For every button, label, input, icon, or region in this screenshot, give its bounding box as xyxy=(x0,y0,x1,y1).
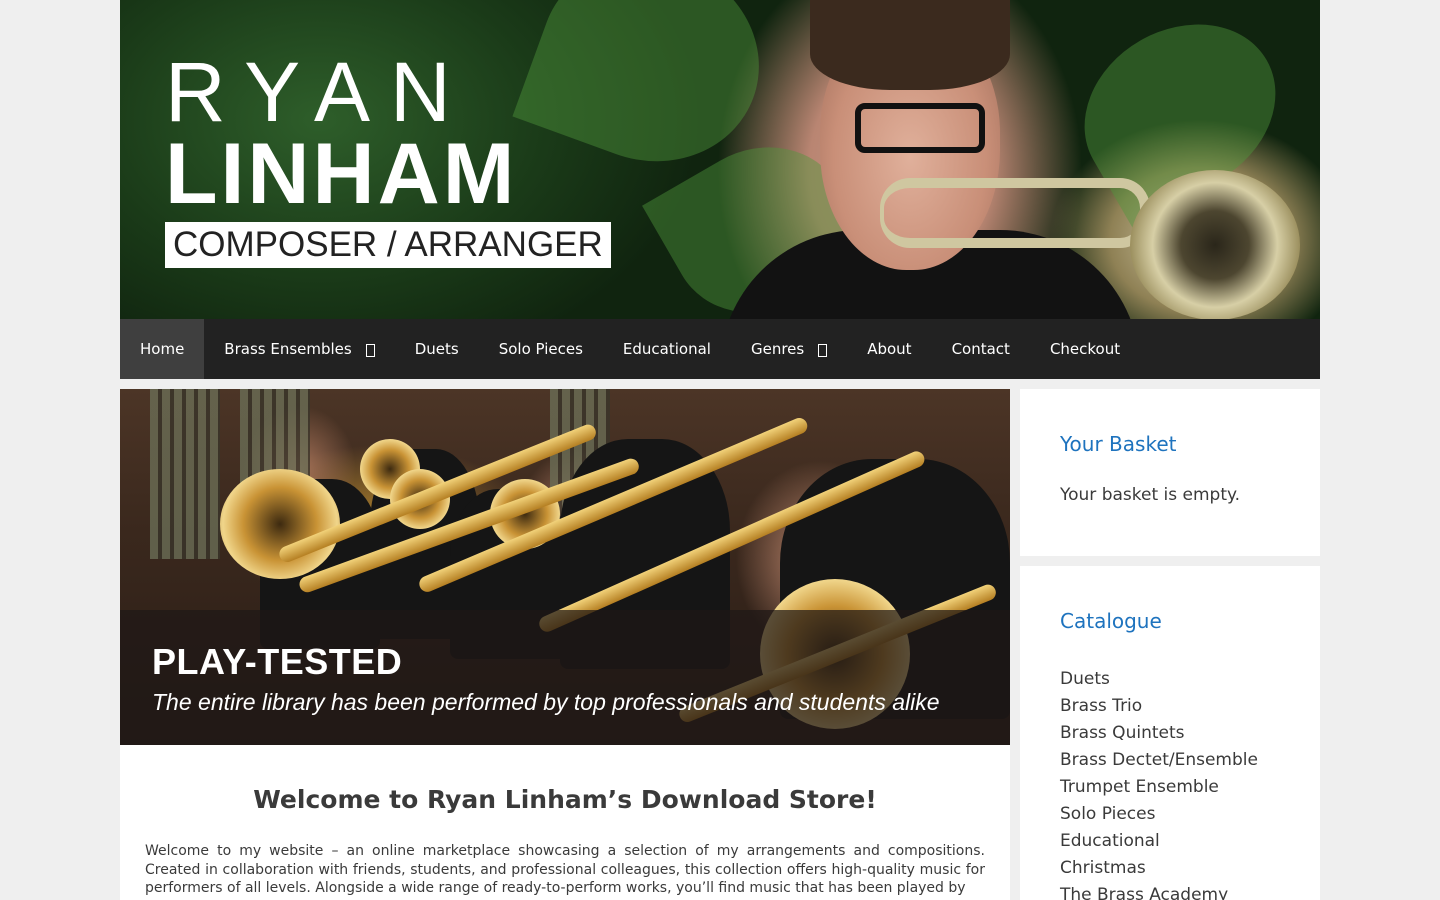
catalogue-link-educational[interactable]: Educational xyxy=(1060,828,1280,855)
tuba-bell xyxy=(220,469,340,579)
header-photo-trumpet xyxy=(880,178,1150,248)
header-banner[interactable]: RYAN LINHAM COMPOSER / ARRANGER xyxy=(120,0,1320,319)
catalogue-link-duets[interactable]: Duets xyxy=(1060,666,1280,693)
intro-paragraph: Welcome to my website – an online market… xyxy=(145,843,985,896)
page-title: Welcome to Ryan Linham’s Download Store! xyxy=(253,785,877,814)
nav-label: Checkout xyxy=(1049,340,1121,358)
nav-label: Solo Pieces xyxy=(498,340,583,358)
main-content: PLAY-TESTED The entire library has been … xyxy=(120,389,1010,900)
catalogue-link-brass-dectet-ensemble[interactable]: Brass Dectet/Ensemble xyxy=(1060,747,1280,774)
catalogue-list: Duets Brass Trio Brass Quintets Brass De… xyxy=(1060,666,1280,900)
catalogue-link-brass-quintets[interactable]: Brass Quintets xyxy=(1060,720,1280,747)
nav-item-educational[interactable]: Educational xyxy=(603,319,731,379)
catalogue-link-christmas[interactable]: Christmas xyxy=(1060,855,1280,882)
nav-label: Duets xyxy=(414,340,459,358)
logo-last-name: LINHAM xyxy=(165,126,518,222)
hero-slider[interactable]: PLAY-TESTED The entire library has been … xyxy=(120,389,1010,745)
slide-title: PLAY-TESTED xyxy=(152,641,403,682)
nav-item-about[interactable]: About xyxy=(847,319,931,379)
catalogue-title: Catalogue xyxy=(1060,609,1162,633)
header-photo-glasses xyxy=(855,103,985,153)
nav-item-brass-ensembles[interactable]: Brass Ensembles xyxy=(204,319,394,379)
nav-item-contact[interactable]: Contact xyxy=(932,319,1030,379)
basket-widget: Your Basket Your basket is empty. xyxy=(1020,389,1320,556)
basket-title: Your Basket xyxy=(1060,432,1177,456)
slide-subtitle: The entire library has been performed by… xyxy=(152,689,940,715)
header-photo-trumpet-bell xyxy=(1130,170,1300,319)
catalogue-link-solo-pieces[interactable]: Solo Pieces xyxy=(1060,801,1280,828)
catalogue-link-brass-trio[interactable]: Brass Trio xyxy=(1060,693,1280,720)
catalogue-widget: Catalogue Duets Brass Trio Brass Quintet… xyxy=(1020,566,1320,900)
nav-item-genres[interactable]: Genres xyxy=(731,319,847,379)
dropdown-caret-icon xyxy=(365,343,375,357)
nav-label: Brass Ensembles xyxy=(224,340,352,358)
catalogue-link-trumpet-ensemble[interactable]: Trumpet Ensemble xyxy=(1060,774,1280,801)
main-navigation: Home Brass Ensembles Duets Solo Pieces E… xyxy=(120,319,1320,379)
logo-first-name: RYAN xyxy=(165,45,471,139)
nav-label: Educational xyxy=(622,340,711,358)
nav-item-duets[interactable]: Duets xyxy=(395,319,479,379)
nav-label: About xyxy=(867,340,912,358)
nav-item-solo-pieces[interactable]: Solo Pieces xyxy=(479,319,603,379)
stained-glass-window xyxy=(150,389,220,559)
basket-empty-text: Your basket is empty. xyxy=(1060,485,1241,505)
nav-item-home[interactable]: Home xyxy=(120,319,205,379)
nav-label: Contact xyxy=(951,340,1010,358)
dropdown-caret-icon xyxy=(818,343,828,357)
nav-item-checkout[interactable]: Checkout xyxy=(1030,319,1140,379)
header-photo-hair xyxy=(810,0,1010,90)
nav-label: Genres xyxy=(750,340,805,358)
logo-tagline: COMPOSER / ARRANGER xyxy=(165,222,611,268)
site-logo[interactable]: RYAN LINHAM COMPOSER / ARRANGER xyxy=(165,45,611,268)
nav-label: Home xyxy=(140,340,185,358)
catalogue-link-brass-academy[interactable]: The Brass Academy xyxy=(1060,882,1280,900)
page: RYAN LINHAM COMPOSER / ARRANGER Home Bra… xyxy=(120,0,1320,900)
